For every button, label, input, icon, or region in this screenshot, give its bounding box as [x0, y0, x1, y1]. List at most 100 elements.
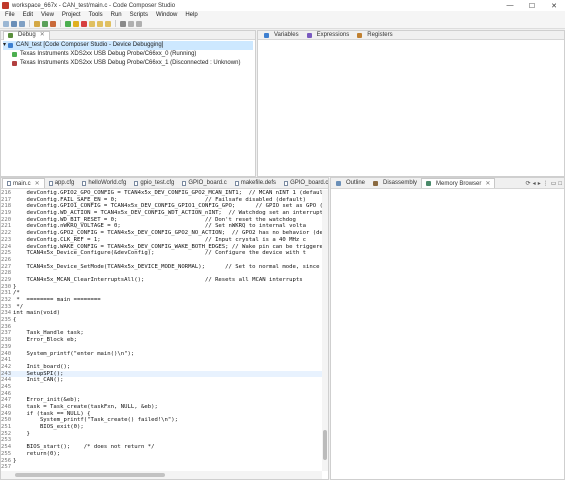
- code-line[interactable]: 230}: [1, 284, 322, 291]
- menu-run[interactable]: Run: [107, 12, 126, 18]
- scrollbar-thumb[interactable]: [15, 473, 165, 477]
- save-all-icon[interactable]: [19, 20, 25, 27]
- back-icon[interactable]: [128, 20, 134, 27]
- view-menu-icon[interactable]: ⋮: [543, 180, 549, 187]
- code-line[interactable]: 247 Error_init(&eb);: [1, 397, 322, 404]
- code-line[interactable]: 224 devConfig.WAKE_CONFIG = TCAN4x5x_DEV…: [1, 244, 322, 251]
- code-line[interactable]: 250 System_printf("Task_create() failed!…: [1, 417, 322, 424]
- code-line[interactable]: 220 devConfig.WD_BIT_RESET = 0; // Don't…: [1, 217, 322, 224]
- code-line[interactable]: 257: [1, 464, 322, 471]
- code-line[interactable]: 222 devConfig.GPO2_CONFIG = TCAN4x5x_DEV…: [1, 230, 322, 237]
- close-button[interactable]: ✕: [543, 0, 565, 11]
- code-line[interactable]: 252 }: [1, 431, 322, 438]
- back-icon[interactable]: ◂: [533, 180, 536, 187]
- build-icon[interactable]: [34, 20, 40, 27]
- step-over-icon[interactable]: [97, 20, 103, 27]
- tree-item-launch[interactable]: ▾ CAN_test [Code Composer Studio - Devic…: [3, 41, 253, 50]
- refresh-icon[interactable]: ⟳: [526, 180, 531, 187]
- code-line[interactable]: 251 BIOS_exit(0);: [1, 424, 322, 431]
- menu-window[interactable]: Window: [152, 12, 181, 18]
- menu-view[interactable]: View: [37, 12, 58, 18]
- scrollbar-thumb[interactable]: [323, 430, 327, 460]
- resume-icon[interactable]: [65, 20, 71, 27]
- vertical-scrollbar[interactable]: [322, 190, 328, 471]
- editor-tab-gpio-board-c[interactable]: GPIO_board.c: [178, 178, 230, 188]
- terminate-icon[interactable]: [81, 20, 87, 27]
- suspend-icon[interactable]: [73, 20, 79, 27]
- code-line[interactable]: 248 task = Task_create(taskFxn, NULL, &e…: [1, 404, 322, 411]
- code-line[interactable]: 256}: [1, 458, 322, 465]
- forward-icon[interactable]: ▸: [538, 180, 541, 187]
- new-file-icon[interactable]: [3, 20, 9, 27]
- maximize-view-icon[interactable]: □: [558, 181, 562, 187]
- menu-help[interactable]: Help: [181, 12, 201, 18]
- menu-file[interactable]: File: [1, 12, 19, 18]
- code-line[interactable]: 246: [1, 391, 322, 398]
- tab-memory-browser[interactable]: Memory Browser ✕: [421, 178, 496, 189]
- editor-tab-makefile-defs[interactable]: makefile.defs: [231, 178, 280, 188]
- code-line[interactable]: 228: [1, 270, 322, 277]
- code-line[interactable]: 249 if (task == NULL) {: [1, 411, 322, 418]
- minimize-button[interactable]: —: [499, 0, 521, 11]
- code-line[interactable]: 226: [1, 257, 322, 264]
- code-line[interactable]: 239: [1, 344, 322, 351]
- code-line[interactable]: 241: [1, 357, 322, 364]
- code-line[interactable]: 242 Init_board();: [1, 364, 322, 371]
- code-line[interactable]: 232 * ======== main ========: [1, 297, 322, 304]
- code-line[interactable]: 254 BIOS_start(); /* does not return */: [1, 444, 322, 451]
- minimize-view-icon[interactable]: ▭: [551, 180, 557, 187]
- menu-edit[interactable]: Edit: [19, 12, 37, 18]
- tree-item-core1[interactable]: Texas Instruments XDS2xx USB Debug Probe…: [3, 59, 253, 68]
- close-icon[interactable]: ✕: [485, 179, 490, 189]
- code-line[interactable]: 245: [1, 384, 322, 391]
- flash-icon[interactable]: [50, 20, 56, 27]
- code-line[interactable]: 231/*: [1, 290, 322, 297]
- code-line[interactable]: 233 */: [1, 304, 322, 311]
- editor-tab-gpio-board-c-2[interactable]: GPIO_board.c: [280, 178, 328, 188]
- code-line[interactable]: 223 devConfig.CLK_REF = 1; // Input crys…: [1, 237, 322, 244]
- code-line[interactable]: 255 return(0);: [1, 451, 322, 458]
- menu-project[interactable]: Project: [58, 12, 85, 18]
- code-line[interactable]: 237 Task_Handle task;: [1, 330, 322, 337]
- editor-tab-helloworld-cfg[interactable]: helloWorld.cfg: [78, 178, 130, 188]
- code-line[interactable]: 218 devConfig.GPIO1_CONFIG = TCAN4x5x_DE…: [1, 203, 322, 210]
- code-line[interactable]: 240 System_printf("enter main()\n");: [1, 351, 322, 358]
- code-line[interactable]: 238 Error_Block eb;: [1, 337, 322, 344]
- horizontal-scrollbar[interactable]: [1, 471, 322, 479]
- code-line[interactable]: 236: [1, 324, 322, 331]
- code-line[interactable]: 225 TCAN4x5x_Device_Configure(&devConfig…: [1, 250, 322, 257]
- editor-tab-main-c[interactable]: main.c ✕: [2, 178, 45, 188]
- code-line[interactable]: 221 devConfig.nWKRQ_VOLTAGE = 0; // Set …: [1, 223, 322, 230]
- code-line[interactable]: 234 int main(void): [1, 310, 322, 317]
- code-line[interactable]: 227 TCAN4x5x_Device_SetMode(TCAN4x5x_DEV…: [1, 264, 322, 271]
- code-line[interactable]: 244 Init_CAN();: [1, 377, 322, 384]
- code-editor[interactable]: 216 devConfig.GPIO2_GPO_CONFIG = TCAN4x5…: [1, 190, 322, 471]
- tab-disassembly[interactable]: Disassembly: [369, 178, 421, 188]
- debug-icon[interactable]: [42, 20, 48, 27]
- close-icon[interactable]: ✕: [40, 31, 45, 40]
- code-line[interactable]: 229 TCAN4x5x_MCAN_ClearInterruptsAll(); …: [1, 277, 322, 284]
- tree-item-core0[interactable]: Texas Instruments XDS2xx USB Debug Probe…: [3, 50, 253, 59]
- step-return-icon[interactable]: [105, 20, 111, 27]
- menu-scripts[interactable]: Scripts: [126, 12, 152, 18]
- code-line[interactable]: 219 devConfig.WD_ACTION = TCAN4x5x_DEV_C…: [1, 210, 322, 217]
- code-line[interactable]: 253: [1, 437, 322, 444]
- expand-icon[interactable]: ▾: [3, 41, 6, 50]
- menu-tools[interactable]: Tools: [85, 12, 107, 18]
- code-line[interactable]: 235{: [1, 317, 322, 324]
- search-icon[interactable]: [120, 20, 126, 27]
- code-line[interactable]: 217 devConfig.FAIL_SAFE_EN = 0; // Fails…: [1, 197, 322, 204]
- tab-debug[interactable]: Debug ✕: [3, 31, 50, 40]
- tab-variables[interactable]: Variables: [260, 31, 303, 40]
- tab-registers[interactable]: Registers: [353, 31, 396, 40]
- tab-expressions[interactable]: Expressions: [303, 31, 354, 40]
- editor-tab-gpio-test-cfg[interactable]: gpio_test.cfg: [130, 178, 178, 188]
- editor-tab-app-cfg[interactable]: app.cfg: [45, 178, 79, 188]
- step-into-icon[interactable]: [89, 20, 95, 27]
- tab-outline[interactable]: Outline: [332, 178, 369, 188]
- code-line[interactable]: 243 SetupSPI();: [1, 370, 322, 378]
- code-line[interactable]: 216 devConfig.GPIO2_GPO_CONFIG = TCAN4x5…: [1, 190, 322, 197]
- forward-icon[interactable]: [136, 20, 142, 27]
- save-icon[interactable]: [11, 20, 17, 27]
- close-icon[interactable]: ✕: [35, 179, 40, 189]
